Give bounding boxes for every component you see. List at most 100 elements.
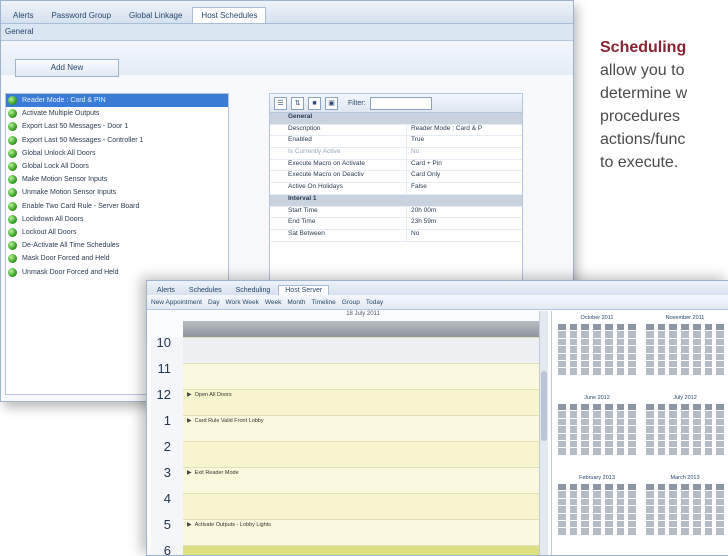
property-row[interactable]: Active On Holidays False bbox=[270, 183, 522, 195]
day-cell[interactable] bbox=[657, 520, 666, 528]
list-item[interactable]: Activate Multiple Outputs bbox=[6, 107, 228, 120]
day-cell[interactable] bbox=[558, 360, 566, 368]
day-cell[interactable] bbox=[569, 353, 578, 360]
month-view-button[interactable]: Month bbox=[287, 299, 305, 306]
day-cell[interactable] bbox=[628, 338, 636, 346]
day-cell[interactable] bbox=[646, 331, 654, 338]
day-cell[interactable] bbox=[704, 491, 713, 498]
day-cell[interactable] bbox=[716, 418, 724, 426]
month-calendar[interactable]: October 2011 bbox=[556, 315, 638, 391]
month-calendar[interactable]: March 2013 bbox=[644, 475, 726, 551]
day-cell[interactable] bbox=[681, 513, 689, 520]
day-cell[interactable] bbox=[681, 338, 689, 346]
list-item[interactable]: Global Unlock All Doors bbox=[6, 147, 228, 160]
day-cell[interactable] bbox=[604, 411, 613, 418]
add-new-button[interactable]: Add New bbox=[15, 59, 119, 77]
day-cell[interactable] bbox=[581, 513, 590, 520]
day-cell[interactable] bbox=[558, 353, 566, 360]
day-cell[interactable] bbox=[558, 331, 566, 338]
day-cell[interactable] bbox=[716, 346, 724, 353]
list-item[interactable]: Lockout All Doors bbox=[6, 226, 228, 239]
tab-host-schedules[interactable]: Host Schedules bbox=[192, 7, 267, 23]
day-cell[interactable] bbox=[669, 528, 678, 535]
day-cell[interactable] bbox=[616, 411, 625, 418]
day-cell[interactable] bbox=[646, 440, 654, 448]
week-view-button[interactable]: Week bbox=[265, 299, 282, 306]
day-cell[interactable] bbox=[581, 520, 590, 528]
day-cell[interactable] bbox=[581, 448, 590, 455]
day-cell[interactable] bbox=[681, 426, 689, 433]
month-calendar[interactable]: June 2012 bbox=[556, 395, 638, 471]
time-slot[interactable] bbox=[183, 441, 543, 467]
day-cell[interactable] bbox=[681, 346, 689, 353]
day-cell[interactable] bbox=[657, 411, 666, 418]
day-cell[interactable] bbox=[681, 368, 689, 375]
property-row[interactable]: Is Currently Active No bbox=[270, 148, 522, 160]
time-slot[interactable] bbox=[183, 389, 543, 415]
day-cell[interactable] bbox=[558, 426, 566, 433]
day-cell[interactable] bbox=[581, 528, 590, 535]
tab-schedules[interactable]: Schedules bbox=[183, 286, 228, 295]
day-cell[interactable] bbox=[616, 331, 625, 338]
day-cell[interactable] bbox=[646, 513, 654, 520]
day-cell[interactable] bbox=[692, 448, 701, 455]
day-cell[interactable] bbox=[628, 433, 636, 440]
time-slot[interactable] bbox=[183, 363, 543, 389]
day-cell[interactable] bbox=[669, 418, 678, 426]
day-cell[interactable] bbox=[593, 411, 601, 418]
list-item[interactable]: Lockdown All Doors bbox=[6, 213, 228, 226]
day-cell[interactable] bbox=[558, 448, 566, 455]
day-cell[interactable] bbox=[593, 346, 601, 353]
day-cell[interactable] bbox=[581, 411, 590, 418]
day-cell[interactable] bbox=[716, 426, 724, 433]
property-value[interactable]: No bbox=[407, 148, 419, 159]
tab-scheduling[interactable]: Scheduling bbox=[230, 286, 277, 295]
day-cell[interactable] bbox=[593, 368, 601, 375]
day-cell[interactable] bbox=[616, 353, 625, 360]
day-cell[interactable] bbox=[616, 338, 625, 346]
list-item[interactable]: De-Activate All Time Schedules bbox=[6, 239, 228, 252]
day-cell[interactable] bbox=[628, 440, 636, 448]
day-cell[interactable] bbox=[704, 506, 713, 513]
day-cell[interactable] bbox=[716, 513, 724, 520]
day-cell[interactable] bbox=[604, 520, 613, 528]
day-cell[interactable] bbox=[704, 440, 713, 448]
day-cell[interactable] bbox=[558, 491, 566, 498]
tab-global-linkage[interactable]: Global Linkage bbox=[121, 8, 190, 23]
day-cell[interactable] bbox=[681, 433, 689, 440]
day-cell[interactable] bbox=[604, 426, 613, 433]
day-cell[interactable] bbox=[716, 498, 724, 506]
day-cell[interactable] bbox=[593, 528, 601, 535]
day-cell[interactable] bbox=[669, 411, 678, 418]
day-cell[interactable] bbox=[716, 506, 724, 513]
day-cell[interactable] bbox=[558, 506, 566, 513]
day-cell[interactable] bbox=[704, 528, 713, 535]
day-cell[interactable] bbox=[681, 331, 689, 338]
day-cell[interactable] bbox=[657, 433, 666, 440]
new-appointment-button[interactable]: New Appointment bbox=[151, 299, 202, 306]
day-cell[interactable] bbox=[593, 491, 601, 498]
day-cell[interactable] bbox=[628, 426, 636, 433]
day-cell[interactable] bbox=[628, 411, 636, 418]
appointment[interactable]: Open All Doors bbox=[187, 391, 232, 398]
day-cell[interactable] bbox=[581, 433, 590, 440]
day-cell[interactable] bbox=[657, 448, 666, 455]
tab-password-group[interactable]: Password Group bbox=[43, 8, 119, 23]
day-cell[interactable] bbox=[646, 448, 654, 455]
property-value[interactable]: No bbox=[407, 230, 419, 241]
day-cell[interactable] bbox=[657, 498, 666, 506]
day-cell[interactable] bbox=[569, 440, 578, 448]
property-value[interactable]: 23h 59m bbox=[407, 218, 436, 229]
day-cell[interactable] bbox=[616, 506, 625, 513]
day-cell[interactable] bbox=[569, 528, 578, 535]
day-cell[interactable] bbox=[657, 528, 666, 535]
day-cell[interactable] bbox=[704, 346, 713, 353]
time-slot[interactable] bbox=[183, 337, 543, 363]
day-cell[interactable] bbox=[646, 491, 654, 498]
day-cell[interactable] bbox=[628, 506, 636, 513]
list-item[interactable]: Reader Mode : Card & PIN bbox=[6, 94, 228, 108]
day-cell[interactable] bbox=[716, 353, 724, 360]
day-cell[interactable] bbox=[646, 338, 654, 346]
appointment[interactable]: Exit Reader Mode bbox=[187, 469, 239, 476]
group-button[interactable]: Group bbox=[342, 299, 360, 306]
